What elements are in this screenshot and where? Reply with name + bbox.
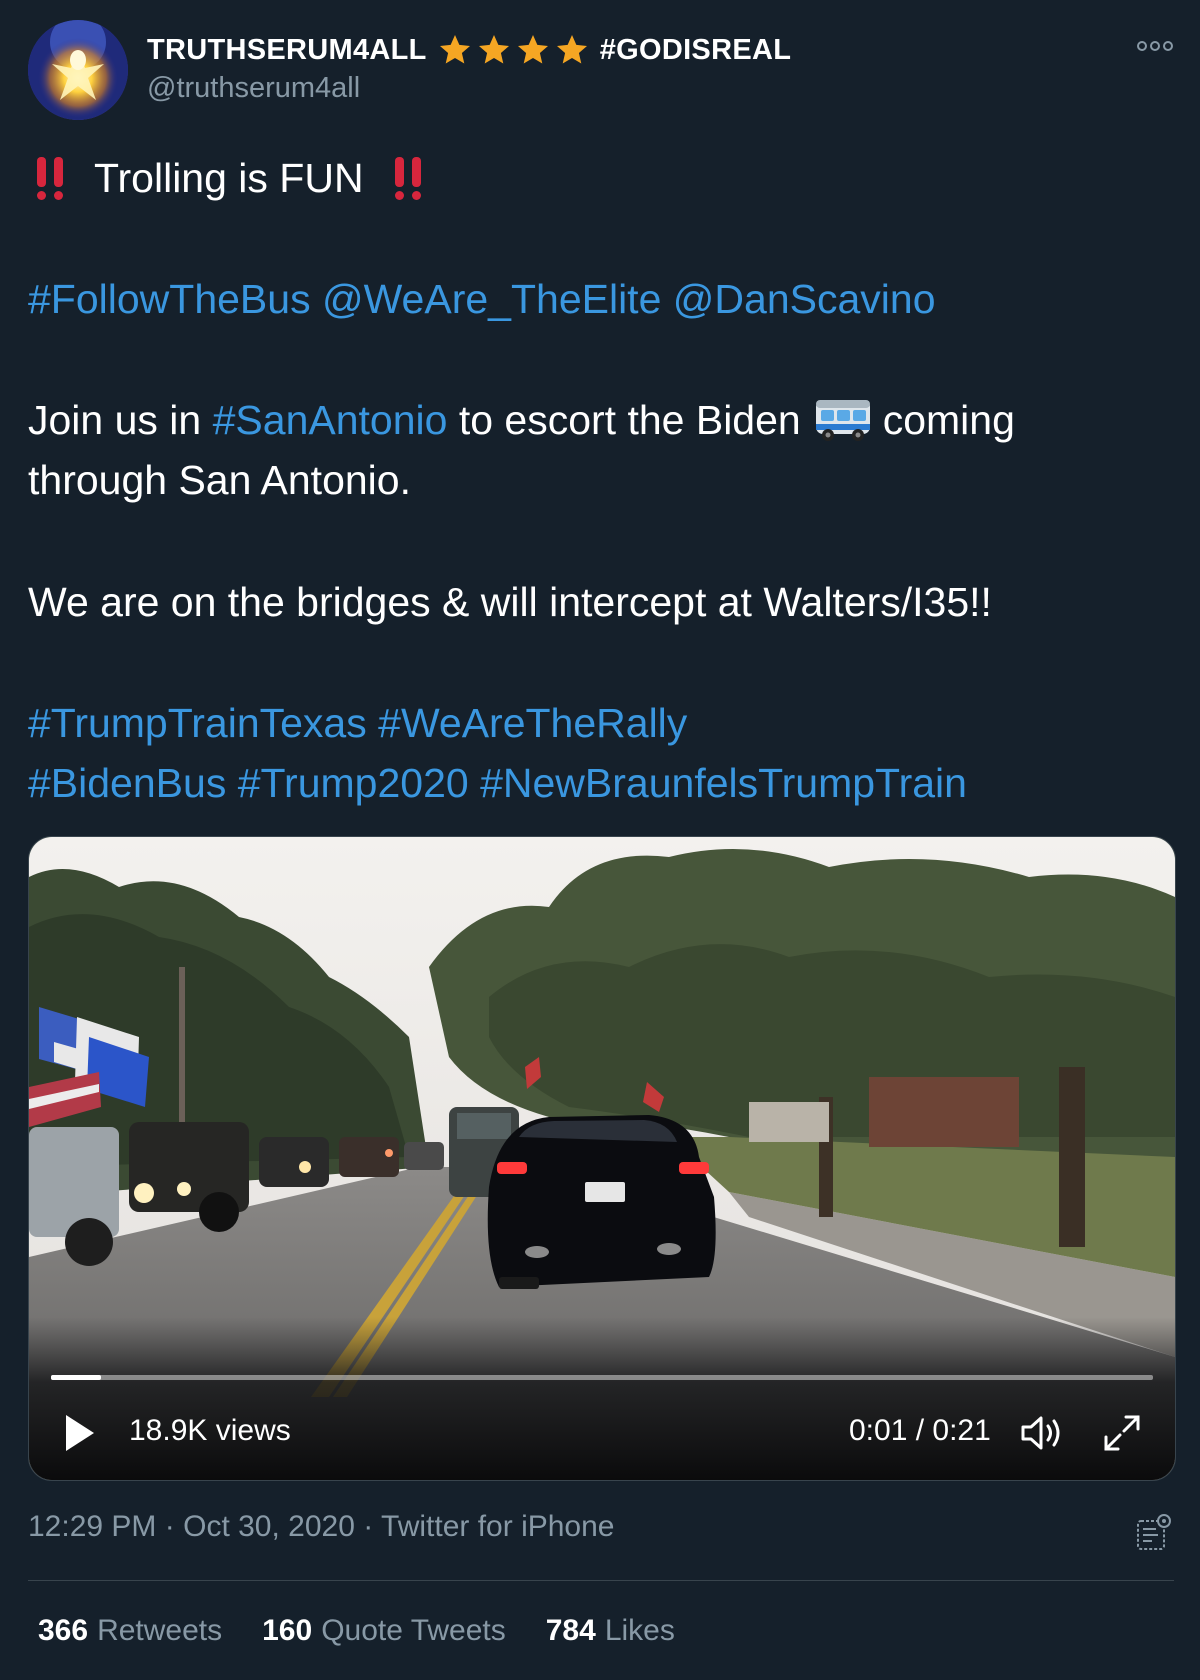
tweet-headline: Trolling is FUN: [94, 155, 364, 201]
tweet-line-4: through San Antonio.: [28, 457, 411, 503]
more-options-icon[interactable]: [1135, 36, 1175, 56]
tweet-line-5: We are on the bridges & will intercept a…: [28, 579, 992, 625]
quote-tweets-stat[interactable]: 160 Quote Tweets: [262, 1614, 506, 1648]
hashtag-link[interactable]: #SanAntonio: [213, 390, 448, 450]
fullscreen-icon[interactable]: [1101, 1412, 1143, 1454]
stat-count: 160: [262, 1614, 313, 1647]
video-controls: 18.9K views 0:01 / 0:21: [29, 1392, 1175, 1480]
tweet-line-6: #TrumpTrainTexas #WeAreTheRally: [28, 693, 1178, 753]
tweet-line-2: #FollowTheBus @WeAre_TheElite @DanScavin…: [28, 269, 1178, 329]
glowing-figure-avatar-icon: [28, 20, 128, 120]
tweet-line-7: #BidenBus #Trump2020 #NewBraunfelsTrumpT…: [28, 753, 1178, 813]
video-progress-fill: [51, 1375, 101, 1380]
display-name-row[interactable]: TRUTHSERUM4ALL #GODISREAL: [147, 30, 791, 70]
hashtag-link[interactable]: #NewBraunfelsTrumpTrain: [480, 753, 967, 813]
star-icon: [478, 35, 509, 64]
double-exclamation-icon: [394, 157, 421, 200]
analytics-icon[interactable]: [1136, 1513, 1172, 1551]
mention-link[interactable]: @WeAre_TheElite: [322, 269, 661, 329]
bus-icon: [815, 400, 870, 441]
likes-stat[interactable]: 784 Likes: [546, 1614, 675, 1648]
display-name[interactable]: TRUTHSERUM4ALL: [147, 34, 427, 67]
video-timestamp: 0:01 / 0:21: [849, 1414, 991, 1447]
separator: ·: [363, 1510, 374, 1543]
stat-label: Quote Tweets: [321, 1614, 506, 1647]
divider: [28, 1580, 1174, 1581]
play-icon[interactable]: [63, 1412, 97, 1454]
star-icon: [439, 35, 470, 64]
tweet-source-link[interactable]: Twitter for iPhone: [381, 1510, 614, 1543]
stat-label: Likes: [604, 1614, 675, 1647]
mention-link[interactable]: @DanScavino: [673, 269, 936, 329]
double-exclamation-icon: [37, 157, 63, 200]
tweet-text-fragment: Join us in: [28, 397, 202, 443]
engagement-stats: 366 Retweets 160 Quote Tweets 784 Likes: [38, 1614, 675, 1648]
volume-icon[interactable]: [1019, 1412, 1065, 1454]
user-handle[interactable]: @truthserum4all: [147, 72, 360, 105]
retweets-stat[interactable]: 366 Retweets: [38, 1614, 222, 1648]
video-frame: [29, 837, 1175, 1480]
tweet-text-fragment: to escort the Biden: [458, 397, 801, 443]
tweet: TRUTHSERUM4ALL #GODISREAL @truthserum4al…: [0, 0, 1200, 1680]
avatar[interactable]: [28, 20, 128, 120]
star-icon: [556, 35, 587, 64]
hashtag-link[interactable]: #BidenBus: [28, 753, 226, 813]
video-view-count: 18.9K views: [129, 1414, 291, 1447]
video-progress-bar[interactable]: [51, 1375, 1153, 1380]
tweet-date[interactable]: Oct 30, 2020: [183, 1510, 355, 1543]
video-player[interactable]: 18.9K views 0:01 / 0:21: [28, 836, 1176, 1481]
display-name-suffix: #GODISREAL: [599, 33, 792, 66]
tweet-line-1: Trolling is FUN: [28, 148, 1178, 208]
tweet-line-3: Join us in #SanAntonio to escort the Bid…: [28, 390, 1178, 450]
hashtag-link[interactable]: #Trump2020: [238, 753, 469, 813]
tweet-time[interactable]: 12:29 PM: [28, 1510, 156, 1543]
hashtag-link[interactable]: #FollowTheBus: [28, 269, 311, 329]
tweet-timestamp-row: 12:29 PM · Oct 30, 2020 · Twitter for iP…: [28, 1510, 614, 1544]
star-icon: [517, 35, 548, 64]
hashtag-link[interactable]: #WeAreTheRally: [378, 693, 687, 753]
hashtag-link[interactable]: #TrumpTrainTexas: [28, 693, 367, 753]
stars: [437, 32, 590, 68]
separator: ·: [164, 1510, 175, 1543]
stat-count: 366: [38, 1614, 89, 1647]
stat-count: 784: [545, 1614, 596, 1647]
stat-label: Retweets: [97, 1614, 223, 1647]
tweet-text: Trolling is FUN #FollowTheBus @WeAre_The…: [28, 148, 1178, 813]
tweet-text-fragment: coming: [882, 397, 1015, 443]
